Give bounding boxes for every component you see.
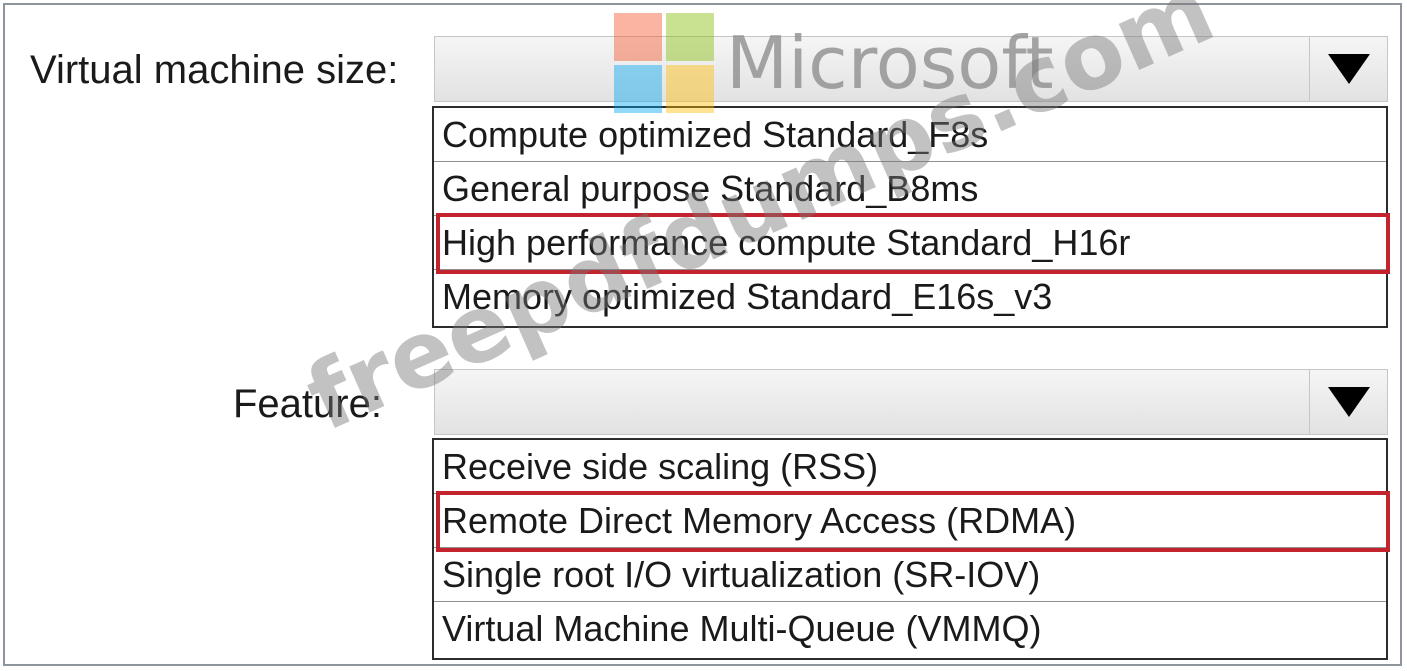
feature-dropdown-toggle[interactable] bbox=[1309, 370, 1387, 434]
chevron-down-icon bbox=[1327, 54, 1370, 84]
microsoft-logo: Microsoft bbox=[614, 13, 1054, 113]
vm-size-option[interactable]: Memory optimized Standard_E16s_v3 bbox=[434, 270, 1386, 324]
vm-size-option-selected[interactable]: High performance compute Standard_H16r bbox=[434, 213, 1390, 274]
feature-dropdown[interactable] bbox=[434, 369, 1388, 435]
logo-square-green bbox=[666, 13, 714, 61]
vm-size-label: Virtual machine size: bbox=[30, 48, 399, 92]
microsoft-logo-text: Microsoft bbox=[726, 21, 1054, 105]
feature-option-selected[interactable]: Remote Direct Memory Access (RDMA) bbox=[434, 491, 1390, 552]
logo-square-red bbox=[614, 13, 662, 61]
vm-size-option[interactable]: General purpose Standard_B8ms bbox=[434, 162, 1386, 216]
vm-size-dropdown-toggle[interactable] bbox=[1309, 37, 1387, 101]
feature-option[interactable]: Single root I/O virtualization (SR-IOV) bbox=[434, 548, 1386, 602]
vm-size-option[interactable]: Compute optimized Standard_F8s bbox=[434, 108, 1386, 162]
logo-square-yellow bbox=[666, 65, 714, 113]
microsoft-logo-icon bbox=[614, 13, 714, 113]
feature-label: Feature: bbox=[233, 382, 382, 426]
vm-size-options: Compute optimized Standard_F8s General p… bbox=[432, 106, 1390, 328]
feature-option[interactable]: Virtual Machine Multi-Queue (VMMQ) bbox=[434, 602, 1386, 656]
feature-options: Receive side scaling (RSS) Remote Direct… bbox=[432, 438, 1390, 660]
feature-option[interactable]: Receive side scaling (RSS) bbox=[434, 440, 1386, 494]
logo-square-blue bbox=[614, 65, 662, 113]
chevron-down-icon bbox=[1327, 387, 1370, 417]
